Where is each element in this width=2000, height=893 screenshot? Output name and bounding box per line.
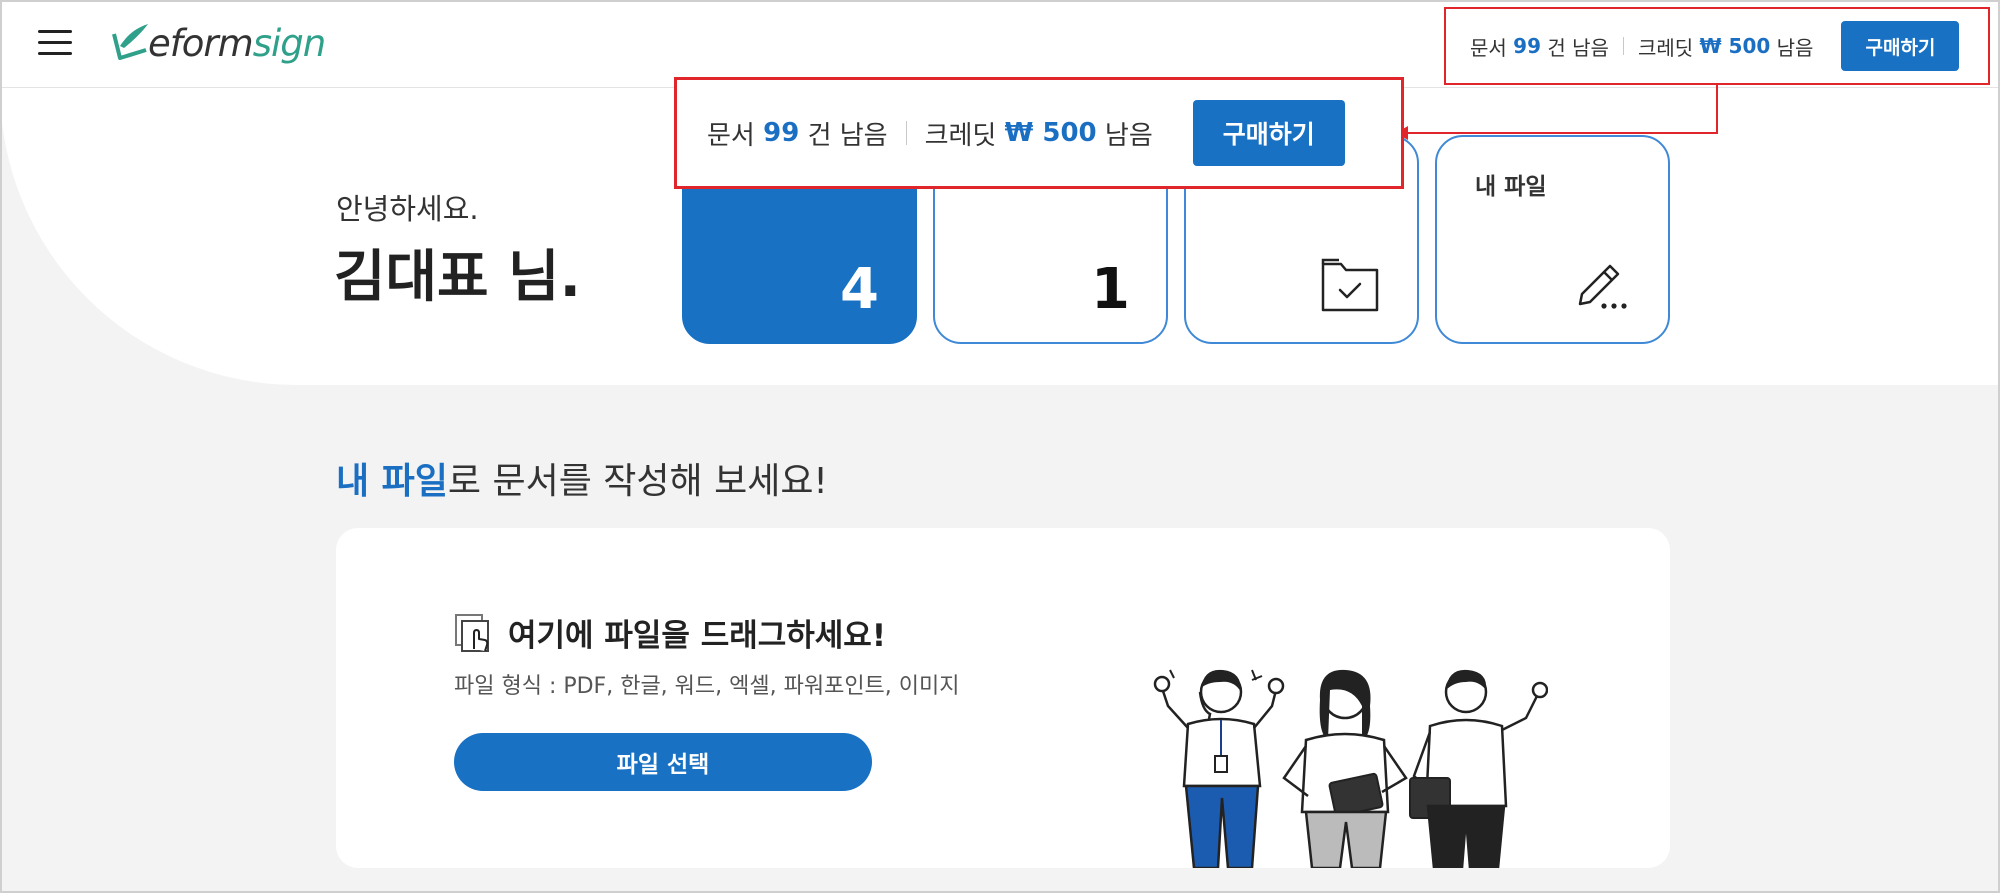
buy-button[interactable]: 구매하기	[1841, 21, 1960, 71]
callout-connector	[1716, 85, 1718, 134]
card-my-files[interactable]: 내 파일	[1435, 135, 1670, 344]
credit-value: ₩ 500	[1004, 118, 1097, 148]
credit-callout-zoom: 문서 99 건 남음 크레딧 ₩ 500 남음 구매하기	[674, 77, 1404, 189]
drag-file-icon	[455, 613, 489, 652]
drag-title: 여기에 파일을 드래그하세요!	[454, 610, 886, 655]
logo-text-sign: sign	[252, 21, 326, 65]
divider	[905, 121, 907, 145]
section-title-rest: 로 문서를 작성해 보세요!	[447, 461, 828, 502]
doc-count: 99	[763, 118, 800, 148]
folder-check-icon	[1321, 258, 1379, 312]
credit-value: ₩ 500	[1699, 34, 1771, 58]
doc-prefix: 문서	[707, 120, 755, 151]
section-title: 내 파일로 문서를 작성해 보세요!	[336, 452, 828, 504]
logo-mark-icon	[112, 24, 148, 60]
card-count: 1	[1091, 257, 1130, 322]
section-title-highlight: 내 파일	[336, 461, 448, 502]
logo-text-eform: eform	[148, 21, 254, 65]
user-name: 김대표 님.	[334, 245, 581, 310]
drag-text: 여기에 파일을 드래그하세요!	[508, 618, 886, 654]
divider	[1622, 37, 1624, 55]
doc-prefix: 문서	[1470, 35, 1507, 60]
menu-icon[interactable]	[38, 28, 72, 58]
card-label: 내 파일	[1475, 174, 1547, 200]
file-drop-zone[interactable]: 여기에 파일을 드래그하세요! 파일 형식 : PDF, 한글, 워드, 엑셀,…	[336, 528, 1670, 868]
pencil-more-icon	[1578, 264, 1627, 309]
callout-connector	[1406, 132, 1718, 134]
team-illustration	[1153, 669, 1548, 868]
supported-formats: 파일 형식 : PDF, 한글, 워드, 엑셀, 파워포인트, 이미지	[454, 674, 960, 699]
credit-prefix: 크레딧	[924, 120, 997, 151]
credit-suffix: 남음	[1104, 120, 1153, 151]
doc-suffix: 건 남음	[807, 120, 888, 151]
doc-suffix: 건 남음	[1547, 35, 1609, 60]
greeting: 안녕하세요.	[336, 192, 479, 226]
card-count: 4	[840, 257, 879, 322]
logo[interactable]: eformsign	[106, 16, 326, 70]
credit-prefix: 크레딧	[1637, 35, 1694, 60]
doc-count: 99	[1513, 34, 1542, 58]
top-credit-status: 문서 99 건 남음 크레딧 ₩ 500 남음 구매하기	[1444, 7, 1990, 85]
buy-button-zoomed[interactable]: 구매하기	[1192, 100, 1345, 166]
file-select-button[interactable]: 파일 선택	[454, 733, 872, 791]
credit-suffix: 남음	[1776, 35, 1814, 60]
